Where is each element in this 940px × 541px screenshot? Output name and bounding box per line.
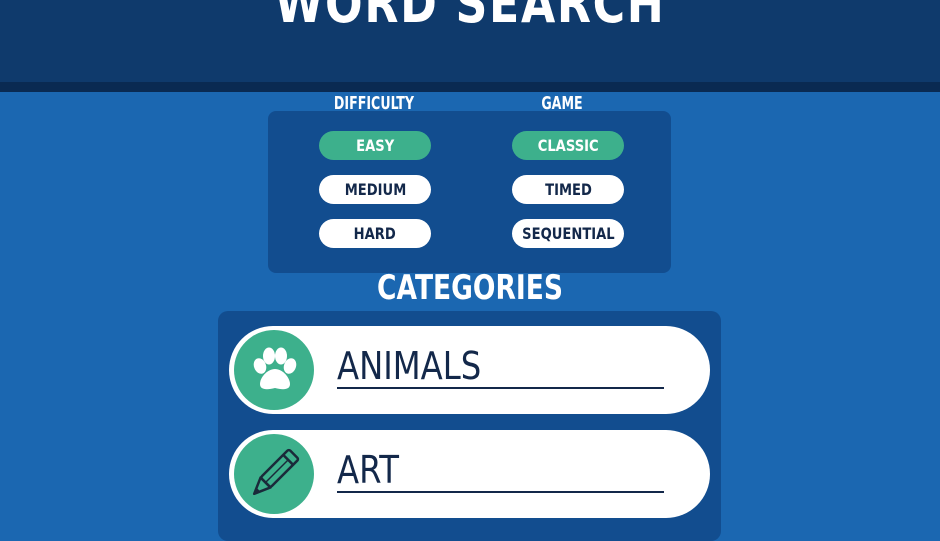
category-animals-underline — [337, 387, 664, 389]
mode-classic-label: CLASSIC — [537, 136, 599, 155]
difficulty-medium-label: MEDIUM — [344, 180, 406, 199]
category-art-underline — [337, 491, 664, 493]
header-bar: WORD SEARCH — [0, 0, 940, 92]
difficulty-easy-button[interactable]: EASY — [319, 131, 431, 160]
difficulty-hard-label: HARD — [353, 224, 397, 243]
difficulty-hard-button[interactable]: HARD — [319, 219, 431, 248]
category-art-label: ART — [337, 448, 399, 492]
mode-sequential-label: SEQUENTIAL — [522, 224, 615, 243]
category-art-button[interactable]: ART — [229, 430, 710, 518]
category-animals-button[interactable]: ANIMALS — [229, 326, 710, 414]
options-panel: EASY MEDIUM HARD CLASSIC TIMED SEQUENTIA… — [268, 111, 671, 273]
mode-timed-label: TIMED — [544, 180, 592, 199]
paw-icon — [234, 330, 314, 410]
page-title: WORD SEARCH — [274, 0, 666, 35]
category-animals-label: ANIMALS — [337, 344, 482, 388]
difficulty-medium-button[interactable]: MEDIUM — [319, 175, 431, 204]
categories-title: CATEGORIES — [377, 268, 563, 308]
mode-sequential-button[interactable]: SEQUENTIAL — [512, 219, 624, 248]
difficulty-easy-label: EASY — [355, 136, 395, 155]
mode-timed-button[interactable]: TIMED — [512, 175, 624, 204]
mode-classic-button[interactable]: CLASSIC — [512, 131, 624, 160]
pencil-icon — [234, 434, 314, 514]
